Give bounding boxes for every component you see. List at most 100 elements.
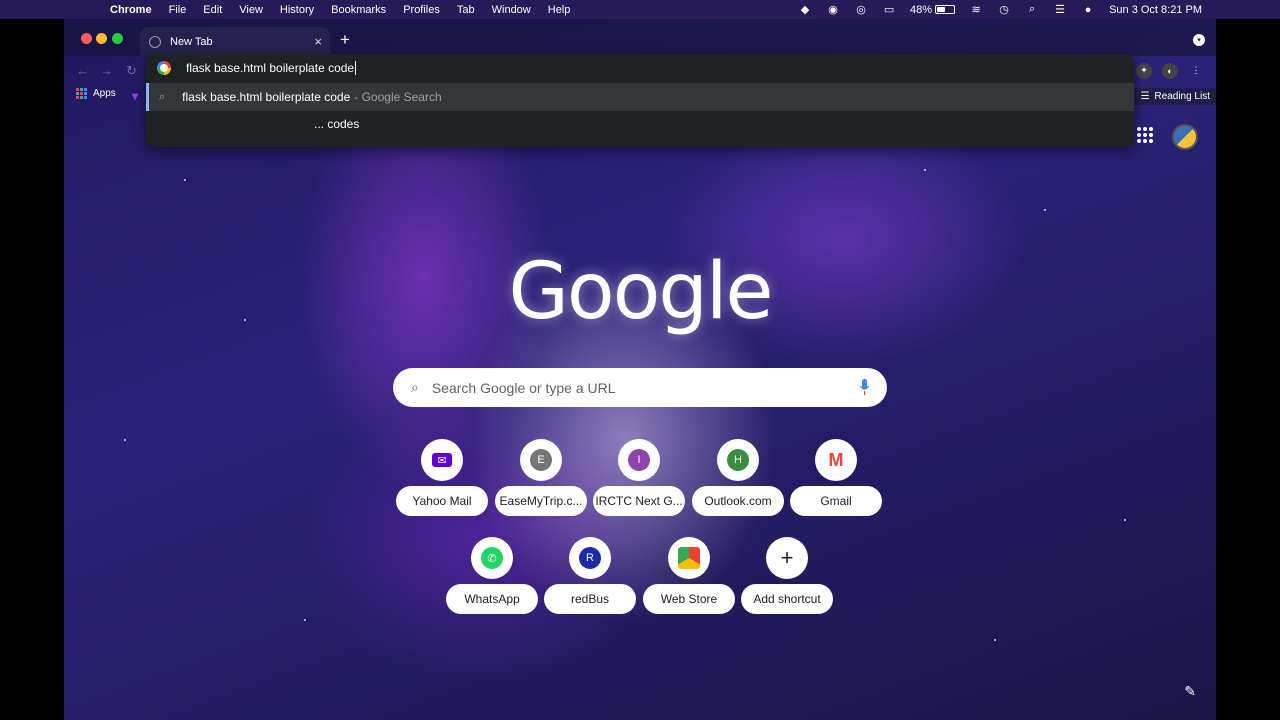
shortcut-icon-bubble: H: [717, 439, 759, 481]
ntp-search-box[interactable]: ⌕ Search Google or type a URL: [393, 368, 887, 407]
screen-record-icon[interactable]: ◉: [826, 4, 840, 16]
screen: Chrome File Edit View History Bookmarks …: [0, 0, 1280, 720]
window-minimize-button[interactable]: [96, 33, 107, 44]
reading-list-icon: ☰: [1140, 91, 1150, 102]
airdrop-icon[interactable]: ◎: [854, 4, 868, 16]
shortcut-label: EaseMyTrip.c...: [495, 486, 587, 516]
battery-indicator[interactable]: 48%: [910, 3, 956, 16]
back-arrow-icon[interactable]: ←: [76, 63, 89, 78]
shortcut-icon-bubble: ✉: [421, 439, 463, 481]
account-avatar[interactable]: [1172, 124, 1198, 150]
forward-arrow-icon[interactable]: →: [100, 63, 113, 78]
shortcut-tile[interactable]: ✉ Yahoo Mail: [396, 439, 488, 519]
menu-edit[interactable]: Edit: [203, 4, 222, 16]
shortcut-icon-bubble: M: [815, 439, 857, 481]
omnibox-input[interactable]: flask base.html boilerplate code: [146, 54, 1134, 82]
window-maximize-button[interactable]: [112, 33, 123, 44]
menu-tab[interactable]: Tab: [457, 4, 475, 16]
dropbox-icon[interactable]: ◆: [798, 4, 812, 16]
shortcut-tile[interactable]: H Outlook.com: [692, 439, 784, 519]
suggestion-search-icon: ⌕: [159, 90, 166, 103]
search-icon: ⌕: [411, 379, 419, 395]
shortcut-tile[interactable]: Web Store: [643, 537, 735, 617]
menu-file[interactable]: File: [169, 4, 187, 16]
tab-title: New Tab: [170, 35, 213, 48]
star-decoration: [994, 639, 996, 641]
shortcut-icon-bubble: +: [766, 537, 808, 579]
google-g-icon: [157, 61, 171, 75]
star-decoration: [1124, 519, 1126, 521]
omnibox-dropdown: flask base.html boilerplate code ⌕ flask…: [146, 54, 1134, 147]
plus-icon: +: [780, 545, 794, 570]
menu-profiles[interactable]: Profiles: [403, 4, 440, 16]
new-tab-plus-icon[interactable]: +: [340, 31, 350, 48]
google-logo: Google: [508, 247, 773, 337]
shortcut-tile[interactable]: RredBus: [544, 537, 636, 617]
tab-new-tab[interactable]: New Tab ×: [140, 27, 330, 56]
shortcut-icon-bubble: [668, 537, 710, 579]
apps-bookmark[interactable]: Apps: [76, 88, 116, 99]
shortcut-tile[interactable]: E EaseMyTrip.c...: [495, 439, 587, 519]
google-apps-icon[interactable]: [1137, 127, 1153, 143]
menu-help[interactable]: Help: [548, 4, 571, 16]
tab-search-chevron-icon[interactable]: ▾: [1193, 34, 1205, 46]
reading-list-button[interactable]: ☰ Reading List: [1134, 88, 1216, 105]
menu-view[interactable]: View: [239, 4, 263, 16]
suggestion-hint: - Google Search: [354, 90, 442, 104]
shortcut-label: WhatsApp: [446, 584, 538, 614]
microphone-icon[interactable]: [860, 379, 869, 395]
toolbar-extensions: ✦ ◐ ⋮: [1136, 58, 1204, 83]
omnibox-suggestion[interactable]: ⌕ flask base.html boilerplate code - Goo…: [146, 83, 1134, 111]
time-machine-icon[interactable]: ◷: [997, 4, 1011, 16]
search-placeholder: Search Google or type a URL: [431, 379, 616, 396]
python-profile-icon[interactable]: ◐: [1162, 62, 1178, 79]
menu-bookmarks[interactable]: Bookmarks: [331, 4, 386, 16]
tab-close-icon[interactable]: ×: [314, 34, 322, 49]
shortcut-label: Add shortcut: [741, 584, 833, 614]
shortcut-tile[interactable]: + Add shortcut: [741, 537, 833, 617]
control-center-icon[interactable]: ☰: [1053, 4, 1067, 16]
menu-history[interactable]: History: [280, 4, 314, 16]
kebab-menu-icon[interactable]: ⋮: [1188, 63, 1204, 79]
extension-icon[interactable]: ✦: [1136, 62, 1152, 79]
webstore-icon: [678, 547, 700, 569]
shortcut-label: Yahoo Mail: [396, 486, 488, 516]
shortcut-label: Web Store: [643, 584, 735, 614]
wifi-icon[interactable]: ≋: [969, 4, 983, 16]
menu-window[interactable]: Window: [492, 4, 531, 16]
battery-icon: [935, 5, 956, 14]
omnibox-sub-suggestion[interactable]: ... codes: [314, 117, 359, 131]
left-letterbox: [0, 19, 64, 720]
window-close-button[interactable]: [81, 33, 92, 44]
letter-avatar-icon: E: [530, 449, 552, 471]
star-decoration: [924, 169, 926, 171]
display-icon[interactable]: ▭: [882, 4, 896, 16]
macos-menubar: Chrome File Edit View History Bookmarks …: [0, 0, 1280, 19]
reload-icon[interactable]: ↻: [126, 63, 137, 79]
shortcut-label: Outlook.com: [692, 486, 784, 516]
shortcut-icon-bubble: I: [618, 439, 660, 481]
siri-icon[interactable]: ●: [1081, 4, 1095, 16]
star-decoration: [1044, 209, 1046, 211]
shortcut-tile[interactable]: I IRCTC Next G...: [593, 439, 685, 519]
letter-avatar-icon: H: [727, 449, 749, 471]
battery-percent: 48%: [910, 3, 933, 16]
mail-icon: ✉: [432, 453, 452, 467]
yahoo-bookmark-icon[interactable]: ▾: [132, 89, 138, 103]
shortcut-tile[interactable]: ✆ WhatsApp: [446, 537, 538, 617]
omnibox-text[interactable]: flask base.html boilerplate code: [186, 61, 357, 76]
letter-avatar-icon: R: [579, 547, 601, 569]
shortcut-label: Gmail: [790, 486, 882, 516]
clock[interactable]: Sun 3 Oct 8:21 PM: [1109, 4, 1202, 16]
letter-avatar-icon: I: [628, 449, 650, 471]
shortcut-icon-bubble: E: [520, 439, 562, 481]
status-area: ◆ ◉ ◎ ▭ 48% ≋ ◷ ⌕ ☰ ● Sun 3 Oct 8:21 PM: [798, 0, 1280, 19]
menu-app-name[interactable]: Chrome: [110, 4, 152, 16]
spotlight-search-icon[interactable]: ⌕: [1025, 3, 1039, 16]
whatsapp-icon: ✆: [481, 547, 503, 569]
shortcut-tile[interactable]: M Gmail: [790, 439, 882, 519]
shortcut-icon-bubble: ✆: [471, 537, 513, 579]
shortcut-icon-bubble: R: [569, 537, 611, 579]
chrome-window: New Tab × + ▾ ← → ↻ ✦ ◐ ⋮ Apps ▾ ☰ Readi…: [64, 19, 1216, 720]
customize-pencil-icon[interactable]: ✎: [1184, 683, 1196, 700]
